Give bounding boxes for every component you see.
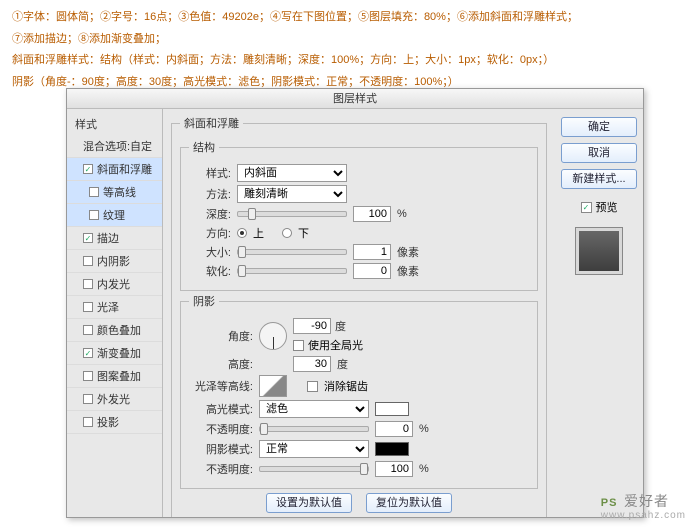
sidebar-item-innerglow[interactable]: 内发光 (67, 273, 162, 296)
highlight-opacity-input[interactable] (375, 421, 413, 437)
sidebar-item-texture[interactable]: 纹理 (67, 204, 162, 227)
watermark: PS 爱好者 www.psahz.com (601, 489, 686, 521)
checkbox-icon[interactable]: ✓ (83, 348, 93, 358)
layer-style-dialog: 图层样式 样式 混合选项:自定 ✓斜面和浮雕 等高线 纹理 ✓描边 内阴影 内发… (66, 88, 644, 518)
note-line-1: ①字体：圆体简；②字号：16点；③色值：49202e；④写在下图位置；⑤图层填充… (12, 9, 688, 27)
shadow-mode-label: 阴影模式: (189, 441, 253, 457)
gloss-label: 光泽等高线: (189, 378, 253, 394)
dialog-title: 图层样式 (67, 89, 643, 109)
soften-slider[interactable] (237, 268, 347, 274)
sidebar-header: 样式 (67, 113, 162, 135)
ok-button[interactable]: 确定 (561, 117, 637, 137)
sidebar-item-contour[interactable]: 等高线 (67, 181, 162, 204)
direction-down-radio[interactable] (282, 228, 292, 238)
checkbox-icon[interactable] (83, 417, 93, 427)
depth-slider[interactable] (237, 211, 347, 217)
sidebar-item-outerglow[interactable]: 外发光 (67, 388, 162, 411)
soften-label: 软化: (189, 263, 231, 279)
highlight-opacity-label: 不透明度: (189, 421, 253, 437)
checkbox-icon[interactable] (83, 256, 93, 266)
shadow-color-swatch[interactable] (375, 442, 409, 456)
soften-input[interactable] (353, 263, 391, 279)
checkbox-icon[interactable] (89, 187, 99, 197)
size-input[interactable] (353, 244, 391, 260)
main-panel: 斜面和浮雕 结构 样式: 内斜面 方法: 雕刻清晰 深度: (163, 109, 555, 517)
highlight-mode-select[interactable]: 滤色 (259, 400, 369, 418)
shadow-opacity-input[interactable] (375, 461, 413, 477)
sidebar-item-satin[interactable]: 光泽 (67, 296, 162, 319)
cancel-button[interactable]: 取消 (561, 143, 637, 163)
note-line-2: ⑦添加描边；⑧添加渐变叠加； (12, 31, 688, 49)
sidebar-blend-options[interactable]: 混合选项:自定 (67, 135, 162, 158)
altitude-label: 高度: (189, 356, 253, 372)
sidebar-item-patternoverlay[interactable]: 图案叠加 (67, 365, 162, 388)
checkbox-icon[interactable] (83, 371, 93, 381)
angle-dial[interactable] (259, 322, 287, 350)
method-select[interactable]: 雕刻清晰 (237, 185, 347, 203)
shadow-mode-select[interactable]: 正常 (259, 440, 369, 458)
checkbox-icon[interactable]: ✓ (83, 164, 93, 174)
checkbox-icon[interactable]: ✓ (83, 233, 93, 243)
antialias-checkbox[interactable] (307, 381, 318, 392)
checkbox-icon[interactable] (83, 302, 93, 312)
style-label: 样式: (189, 165, 231, 181)
size-label: 大小: (189, 244, 231, 260)
shadow-opacity-label: 不透明度: (189, 461, 253, 477)
sidebar-item-dropshadow[interactable]: 投影 (67, 411, 162, 434)
preview-swatch (575, 227, 623, 275)
dialog-buttons: 确定 取消 新建样式... ✓ 预览 (555, 109, 643, 517)
gloss-contour-picker[interactable] (259, 375, 287, 397)
structure-fieldset: 结构 样式: 内斜面 方法: 雕刻清晰 深度: % (180, 139, 538, 291)
checkbox-icon[interactable] (83, 325, 93, 335)
preview-checkbox[interactable]: ✓ (581, 202, 592, 213)
set-default-button[interactable]: 设置为默认值 (266, 493, 352, 513)
highlight-opacity-slider[interactable] (259, 426, 369, 432)
checkbox-icon[interactable] (89, 210, 99, 220)
angle-label: 角度: (189, 328, 253, 344)
checkbox-icon[interactable] (83, 279, 93, 289)
styles-sidebar: 样式 混合选项:自定 ✓斜面和浮雕 等高线 纹理 ✓描边 内阴影 内发光 光泽 … (67, 109, 163, 517)
sidebar-item-stroke[interactable]: ✓描边 (67, 227, 162, 250)
sidebar-item-bevel[interactable]: ✓斜面和浮雕 (67, 158, 162, 181)
note-line-3: 斜面和浮雕样式：结构（样式：内斜面；方法：雕刻清晰；深度：100%；方向：上；大… (12, 52, 688, 70)
sidebar-item-coloroverlay[interactable]: 颜色叠加 (67, 319, 162, 342)
sidebar-item-gradientoverlay[interactable]: ✓渐变叠加 (67, 342, 162, 365)
shading-fieldset: 阴影 角度: 度 使用全局光 (180, 293, 538, 489)
method-label: 方法: (189, 186, 231, 202)
direction-label: 方向: (189, 225, 231, 241)
bevel-legend: 斜面和浮雕 (180, 115, 243, 131)
angle-input[interactable] (293, 318, 331, 334)
checkbox-icon[interactable] (83, 394, 93, 404)
reset-default-button[interactable]: 复位为默认值 (366, 493, 452, 513)
preview-label: 预览 (596, 199, 618, 215)
highlight-color-swatch[interactable] (375, 402, 409, 416)
depth-label: 深度: (189, 206, 231, 222)
shading-legend: 阴影 (189, 293, 219, 309)
sidebar-item-innershadow[interactable]: 内阴影 (67, 250, 162, 273)
instruction-notes: ①字体：圆体简；②字号：16点；③色值：49202e；④写在下图位置；⑤图层填充… (0, 0, 700, 101)
direction-up-radio[interactable] (237, 228, 247, 238)
altitude-input[interactable] (293, 356, 331, 372)
size-slider[interactable] (237, 249, 347, 255)
structure-legend: 结构 (189, 139, 219, 155)
shadow-opacity-slider[interactable] (259, 466, 369, 472)
style-select[interactable]: 内斜面 (237, 164, 347, 182)
bevel-fieldset: 斜面和浮雕 结构 样式: 内斜面 方法: 雕刻清晰 深度: (171, 115, 547, 517)
depth-input[interactable] (353, 206, 391, 222)
highlight-mode-label: 高光模式: (189, 401, 253, 417)
global-light-checkbox[interactable] (293, 340, 304, 351)
new-style-button[interactable]: 新建样式... (561, 169, 637, 189)
